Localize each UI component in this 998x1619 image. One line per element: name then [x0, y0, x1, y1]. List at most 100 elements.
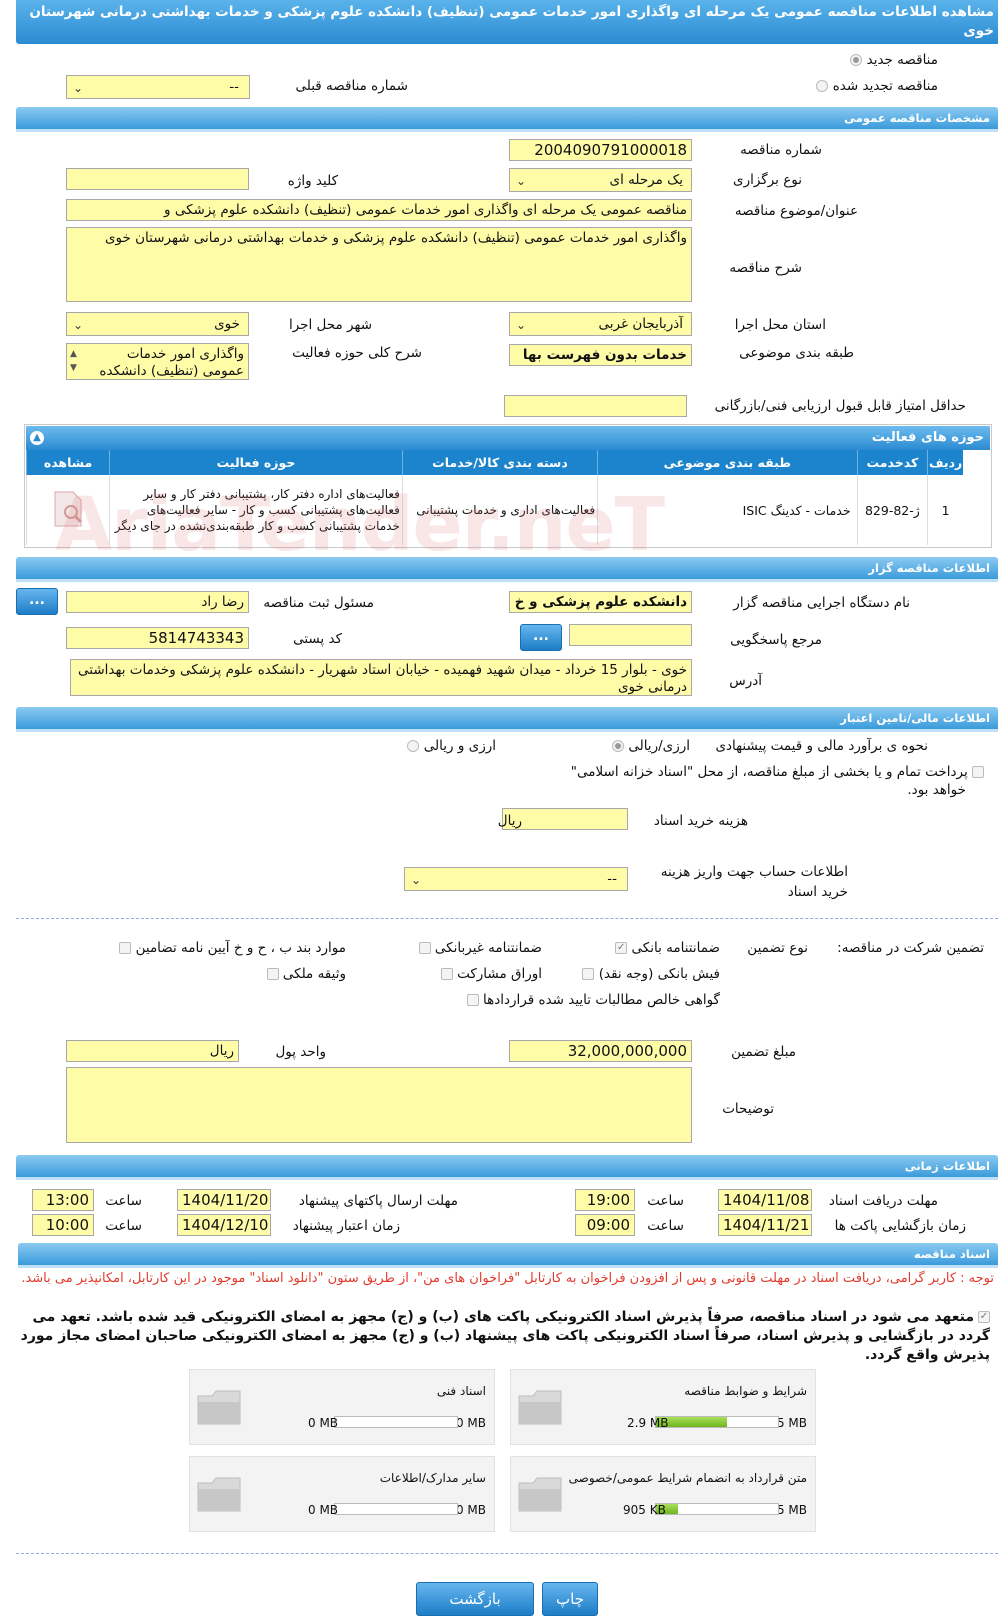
- chevron-down-icon: ⌄: [73, 81, 84, 95]
- ref-label: مرجع پاسخگویی: [730, 632, 822, 648]
- radio-currency-rial[interactable]: ارزی و ریالی: [407, 738, 496, 754]
- send-deadline-time[interactable]: 13:00: [32, 1189, 94, 1211]
- bank-guarantee-checkbox[interactable]: ✓: [615, 942, 628, 954]
- open-time-label: ساعت: [647, 1218, 684, 1234]
- scope-label: شرح کلی حوزه فعالیت: [292, 345, 422, 361]
- registrar-field[interactable]: رضا راد: [66, 591, 249, 613]
- radio-renewed-input[interactable]: [816, 80, 829, 92]
- file-progress: [655, 1416, 779, 1428]
- open-date[interactable]: 1404/11/21: [718, 1214, 812, 1236]
- number-field[interactable]: 2004090791000018: [509, 139, 692, 161]
- property-checkbox[interactable]: [266, 968, 279, 980]
- type-label: نوع برگزاری: [733, 172, 802, 188]
- commitment-text: متعهد می شود در اسناد مناقصه، صرفاً پذیر…: [20, 1309, 990, 1363]
- table-row: 1 ژ-82-829 خدمات - کدینگ ISIC فعالیت‌های…: [25, 475, 963, 545]
- radio-currency[interactable]: ارزی/ریالی: [612, 738, 690, 754]
- folder-icon: [197, 1390, 241, 1425]
- opt-nonbank-guarantee[interactable]: ضمانتنامه غیربانکی: [418, 940, 542, 956]
- min-score-field[interactable]: [504, 395, 687, 417]
- treasury-checkbox[interactable]: [972, 766, 984, 778]
- file-card[interactable]: اسناد فنی 50 MB 0 MB: [189, 1369, 495, 1445]
- currency-field[interactable]: ریال: [66, 1040, 239, 1062]
- min-score-label: حداقل امتیاز قابل قبول ارزیابی فنی/بازرگ…: [714, 398, 966, 414]
- bank-receipt-checkbox[interactable]: [582, 968, 595, 980]
- divider: [16, 1553, 998, 1554]
- scope-field[interactable]: واگذاری امور خدمات عمومی (تنظیف) دانشکده…: [66, 343, 249, 380]
- keyword-label: کلید واژه: [287, 173, 338, 189]
- send-deadline-time-label: ساعت: [105, 1193, 142, 1209]
- bonds-checkbox[interactable]: [440, 968, 453, 980]
- open-label: زمان بازگشایی پاکت ها: [834, 1218, 966, 1234]
- type-value: یک مرحله ای: [609, 172, 683, 188]
- opt-property[interactable]: وثیقه ملکی: [266, 966, 346, 982]
- nonbank-guarantee-checkbox[interactable]: [418, 942, 431, 954]
- opt-bank-guarantee[interactable]: ضمانتنامه بانکی ✓: [615, 940, 720, 956]
- prev-number-label: شماره مناقصه قبلی: [295, 78, 408, 94]
- description-field[interactable]: واگذاری امور خدمات عمومی (تنظیف) دانشکده…: [66, 227, 692, 302]
- opt-clauses[interactable]: موارد بند ب ، ح و خ آیین نامه تضامین: [119, 940, 346, 956]
- print-button[interactable]: چاپ: [542, 1582, 598, 1616]
- receivables-checkbox[interactable]: [466, 994, 479, 1006]
- ref-field[interactable]: [569, 624, 692, 646]
- amount-label: مبلغ تضمین: [731, 1044, 796, 1060]
- subject-field[interactable]: مناقصه عمومی یک مرحله ای واگذاری امور خد…: [66, 199, 692, 221]
- doc-cost-label: هزینه خرید اسناد: [653, 813, 748, 829]
- account-select[interactable]: ⌄ --: [404, 867, 628, 891]
- file-card[interactable]: سایر مدارک/اطلاعات 50 MB 0 MB: [189, 1456, 495, 1532]
- opt-bonds[interactable]: اوراق مشارکت: [440, 966, 542, 982]
- type-select[interactable]: ⌄ یک مرحله ای: [509, 168, 692, 192]
- prev-number-select[interactable]: ⌄ --: [66, 75, 250, 99]
- radio-currency-input[interactable]: [612, 740, 625, 752]
- file-progress: [334, 1503, 458, 1515]
- postal-field[interactable]: 5814743343: [66, 627, 249, 649]
- scroll-down-icon[interactable]: ▼: [70, 360, 77, 377]
- folder-icon: [518, 1390, 562, 1425]
- send-deadline-label: مهلت ارسال پاکتهای پیشنهاد: [298, 1193, 458, 1209]
- province-label: استان محل اجرا: [734, 317, 826, 333]
- radio-renewed-tender[interactable]: مناقصه تجدید شده: [816, 78, 938, 94]
- currency-label: واحد پول: [275, 1044, 326, 1060]
- section-timing: اطلاعات زمانی: [16, 1155, 998, 1180]
- radio-new-tender[interactable]: مناقصه جدید: [850, 52, 938, 68]
- notes-field[interactable]: [66, 1067, 692, 1143]
- validity-time[interactable]: 10:00: [32, 1214, 94, 1236]
- validity-date[interactable]: 1404/12/10: [177, 1214, 271, 1236]
- doc-deadline-time[interactable]: 19:00: [575, 1189, 635, 1211]
- doc-deadline-date[interactable]: 1404/11/08: [718, 1189, 812, 1211]
- account-value: --: [607, 871, 617, 887]
- view-document-icon[interactable]: [51, 490, 85, 528]
- org-field[interactable]: دانشکده علوم پزشکی و خ: [509, 591, 692, 613]
- city-select[interactable]: ⌄ خوی: [66, 312, 249, 336]
- radio-currency-rial-input[interactable]: [407, 740, 420, 752]
- collapse-icon[interactable]: ▲: [30, 431, 44, 445]
- chevron-down-icon: ⌄: [516, 174, 527, 188]
- radio-new-input[interactable]: [850, 54, 863, 66]
- clauses-checkbox[interactable]: [119, 942, 132, 954]
- section-finance: اطلاعات مالی/تامین اعتبار: [16, 707, 998, 732]
- page-title: مشاهده اطلاعات مناقصه عمومی یک مرحله ای …: [16, 0, 998, 44]
- treasury-option[interactable]: پرداخت تمام و یا بخشی از مبلغ مناقصه، از…: [571, 764, 984, 780]
- cell-code: ژ-82-829: [856, 475, 928, 545]
- amount-field[interactable]: 32,000,000,000: [509, 1040, 692, 1062]
- section-organizer: اطلاعات مناقصه گزار: [16, 557, 998, 582]
- bonds-label: اوراق مشارکت: [457, 966, 542, 982]
- cell-view[interactable]: [25, 475, 110, 545]
- open-time[interactable]: 09:00: [575, 1214, 635, 1236]
- address-field[interactable]: خوی - بلوار 15 خرداد - میدان شهید فهمیده…: [70, 659, 692, 696]
- opt-bank-receipt[interactable]: فیش بانکی (وجه نقد): [582, 966, 720, 982]
- keyword-field[interactable]: [66, 168, 249, 190]
- commitment-block: ✓متعهد می شود در اسناد مناقصه، صرفاً پذی…: [16, 1308, 990, 1365]
- file-card[interactable]: متن قرارداد به انضمام شرایط عمومی/خصوصی …: [510, 1456, 816, 1532]
- back-button[interactable]: بازگشت: [416, 1582, 534, 1616]
- account-label-text: اطلاعات حساب جهت واریز هزینه خرید اسناد: [660, 864, 848, 900]
- file-card[interactable]: شرایط و ضوابط مناقصه 5 MB 2.9 MB: [510, 1369, 816, 1445]
- send-deadline-date[interactable]: 1404/11/20: [177, 1189, 271, 1211]
- commitment-checkbox[interactable]: ✓: [978, 1311, 990, 1323]
- opt-receivables[interactable]: گواهی خالص مطالبات تایید شده قراردادها: [466, 992, 720, 1008]
- ref-lookup-button[interactable]: ...: [520, 624, 562, 651]
- province-select[interactable]: ⌄ آذربایجان غربی: [509, 312, 692, 336]
- postal-label: کد پستی: [293, 631, 342, 647]
- category-field[interactable]: خدمات بدون فهرست بها: [509, 344, 692, 366]
- cell-group: فعالیت‌های اداری و خدمات پشتیبانی: [401, 475, 598, 545]
- registrar-lookup-button[interactable]: ...: [16, 588, 58, 615]
